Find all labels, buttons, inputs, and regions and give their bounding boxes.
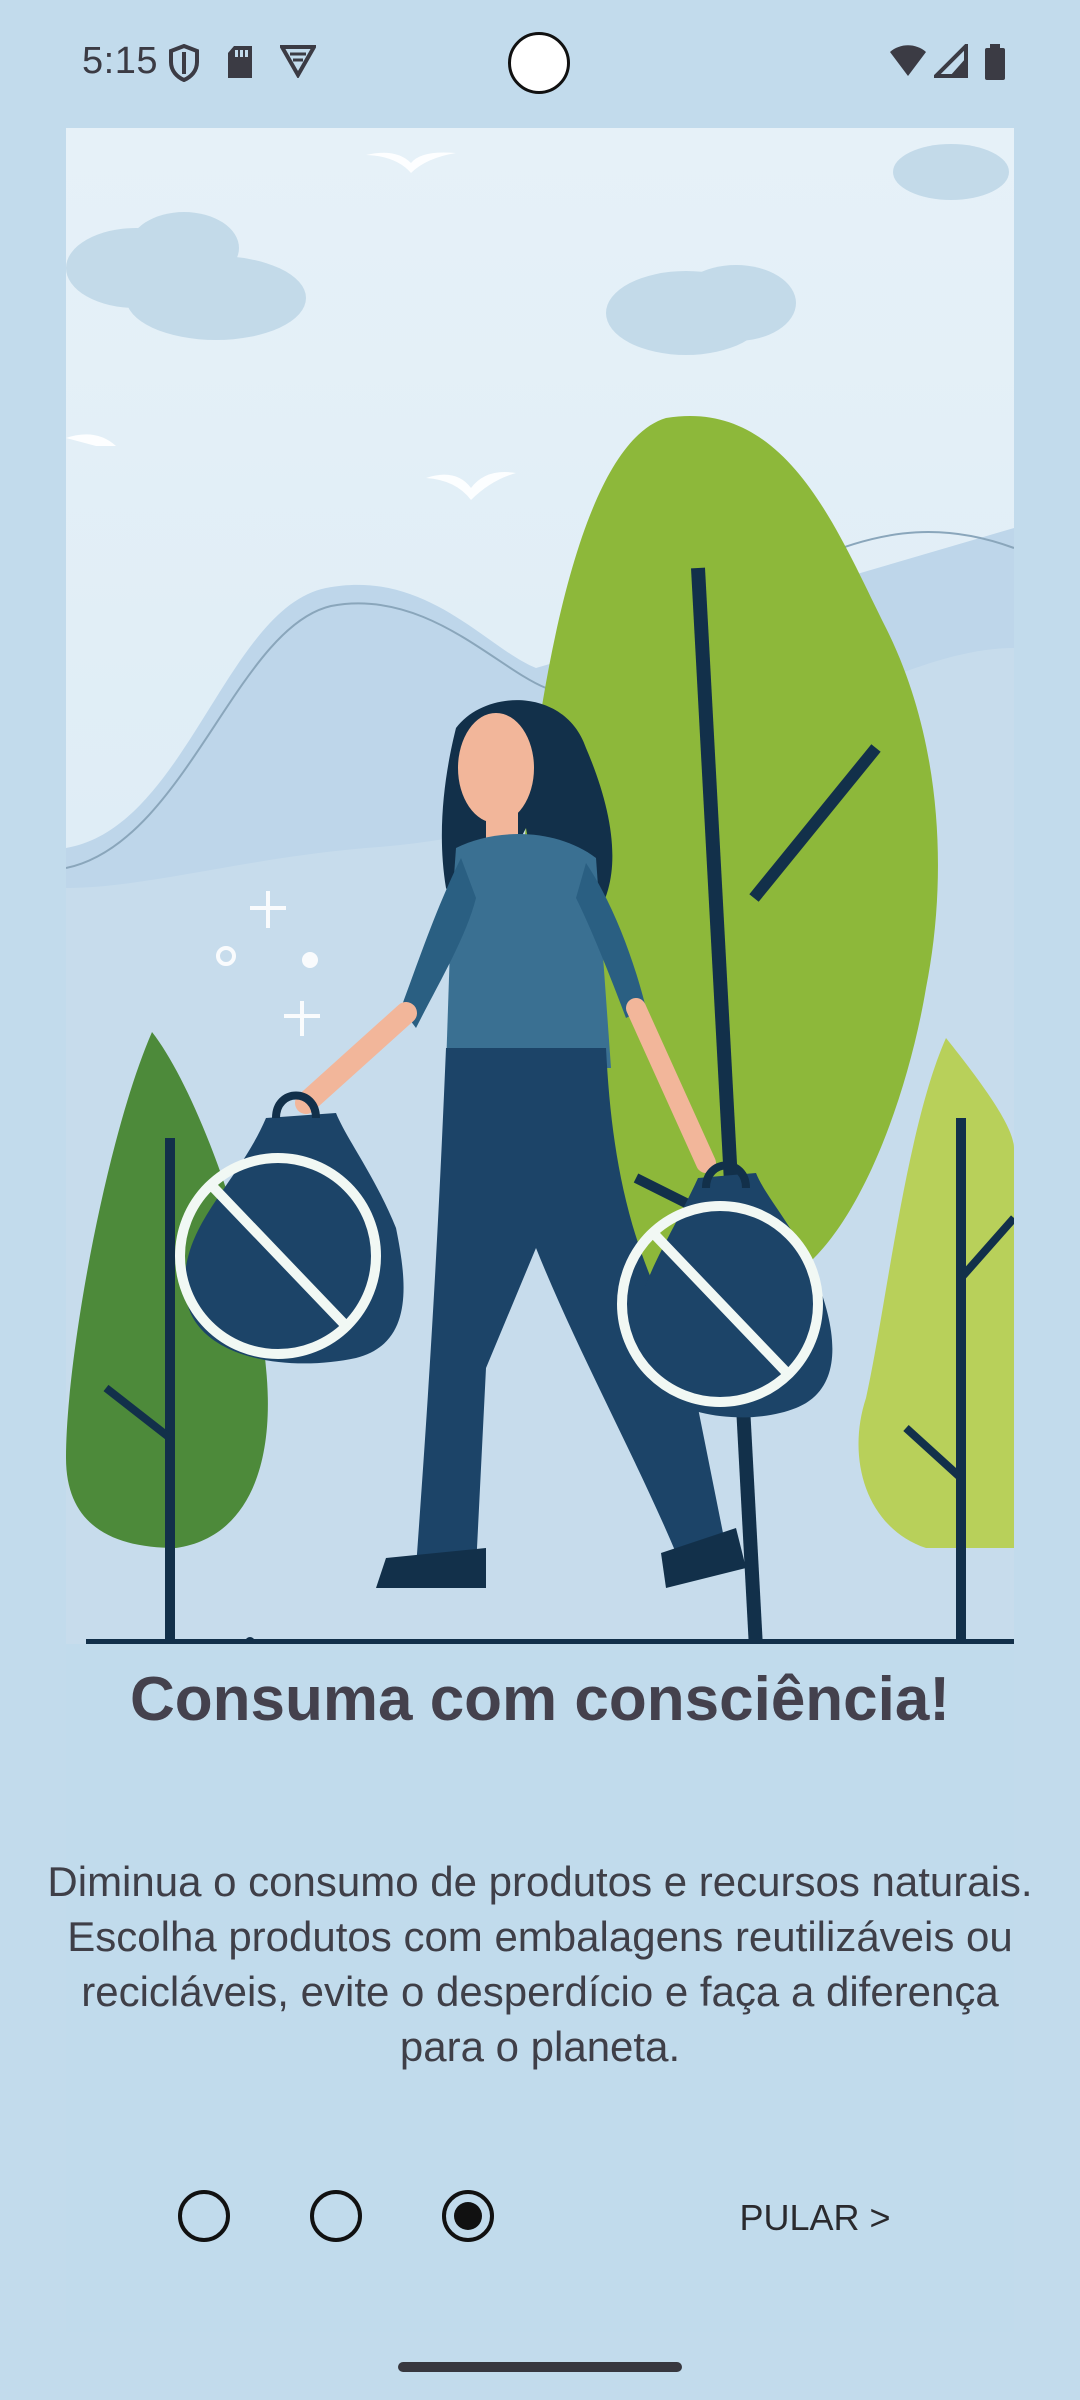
onboarding-title: Consuma com consciência!	[129, 1665, 951, 1734]
onboarding-illustration	[66, 128, 1014, 1644]
page-indicator-3[interactable]	[442, 2190, 494, 2242]
status-bar: 5:15	[0, 0, 1080, 128]
home-indicator[interactable]	[398, 2362, 682, 2372]
page-indicator-1[interactable]	[178, 2190, 230, 2242]
status-time: 5:15	[82, 40, 158, 82]
onboarding-description: Diminua o consumo de produtos e recursos…	[47, 1858, 1033, 2070]
vpn-icon	[278, 44, 318, 83]
cellular-signal-icon	[931, 41, 968, 83]
page-indicator-2[interactable]	[310, 2190, 362, 2242]
front-camera	[508, 32, 570, 94]
wifi-icon	[888, 44, 928, 83]
skip-button[interactable]: PULAR >	[720, 2190, 910, 2246]
sd-card-icon	[226, 44, 254, 85]
battery-icon	[984, 44, 1006, 85]
shield-icon	[168, 43, 200, 87]
page-indicators	[0, 2190, 1080, 2250]
